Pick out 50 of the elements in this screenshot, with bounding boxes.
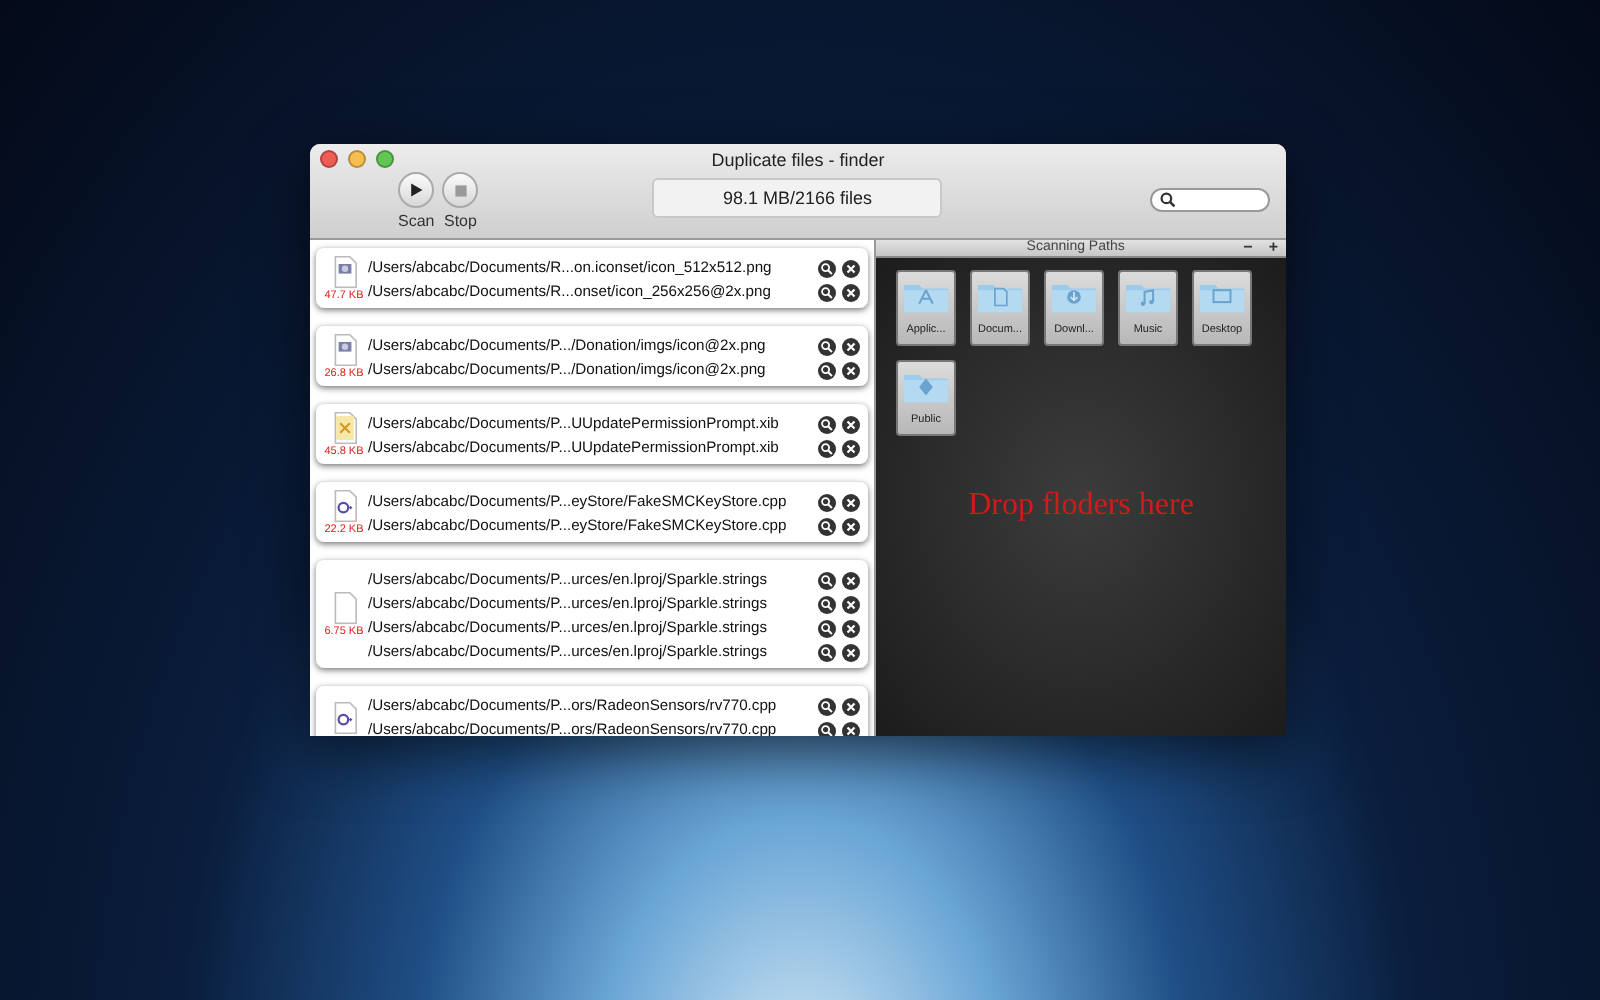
folder-icon: [1124, 280, 1172, 314]
folder-icon: [976, 280, 1024, 314]
folder-icon: [902, 280, 950, 314]
xib-file-icon: [331, 412, 357, 444]
reveal-button[interactable]: [818, 721, 836, 736]
reveal-button[interactable]: [818, 415, 836, 433]
add-button[interactable]: +: [1260, 240, 1286, 256]
delete-button[interactable]: [842, 697, 860, 715]
delete-button[interactable]: [842, 361, 860, 379]
delete-button[interactable]: [842, 619, 860, 637]
reveal-button[interactable]: [818, 259, 836, 277]
status-display: 98.1 MB/2166 files: [652, 178, 943, 218]
image-file-icon: [331, 256, 357, 288]
image-file-icon: [331, 334, 357, 366]
reveal-button[interactable]: [818, 361, 836, 379]
drop-hint: Drop floders here: [966, 488, 1196, 524]
reveal-button[interactable]: [818, 697, 836, 715]
play-icon: [408, 182, 425, 198]
delete-button[interactable]: [842, 415, 860, 433]
delete-button[interactable]: [842, 259, 860, 277]
folder-icon: [902, 370, 950, 404]
delete-button[interactable]: [842, 439, 860, 457]
folder-icon: [1198, 280, 1246, 314]
delete-button[interactable]: [842, 337, 860, 355]
reveal-button[interactable]: [818, 595, 836, 613]
reveal-button[interactable]: [818, 283, 836, 301]
reveal-button[interactable]: [818, 439, 836, 457]
remove-button[interactable]: −: [1235, 240, 1261, 256]
reveal-button[interactable]: [818, 619, 836, 637]
delete-button[interactable]: [842, 643, 860, 661]
reveal-button[interactable]: [818, 337, 836, 355]
close-button[interactable]: [320, 150, 338, 168]
document-icon: [331, 592, 357, 624]
folder-icon: [1050, 280, 1098, 314]
reveal-button[interactable]: [818, 493, 836, 511]
reveal-button[interactable]: [818, 643, 836, 661]
zoom-button[interactable]: [376, 150, 394, 168]
search-icon: [1160, 192, 1176, 208]
delete-button[interactable]: [842, 283, 860, 301]
reveal-button[interactable]: [818, 571, 836, 589]
window-title: Duplicate files - finder: [709, 148, 887, 172]
reveal-button[interactable]: [818, 517, 836, 535]
delete-button[interactable]: [842, 493, 860, 511]
search-field[interactable]: [1150, 188, 1270, 212]
delete-button[interactable]: [842, 721, 860, 736]
delete-button[interactable]: [842, 571, 860, 589]
delete-button[interactable]: [842, 517, 860, 535]
delete-button[interactable]: [842, 595, 860, 613]
stop-icon: [453, 183, 468, 197]
cpp-file-icon: [331, 490, 357, 522]
